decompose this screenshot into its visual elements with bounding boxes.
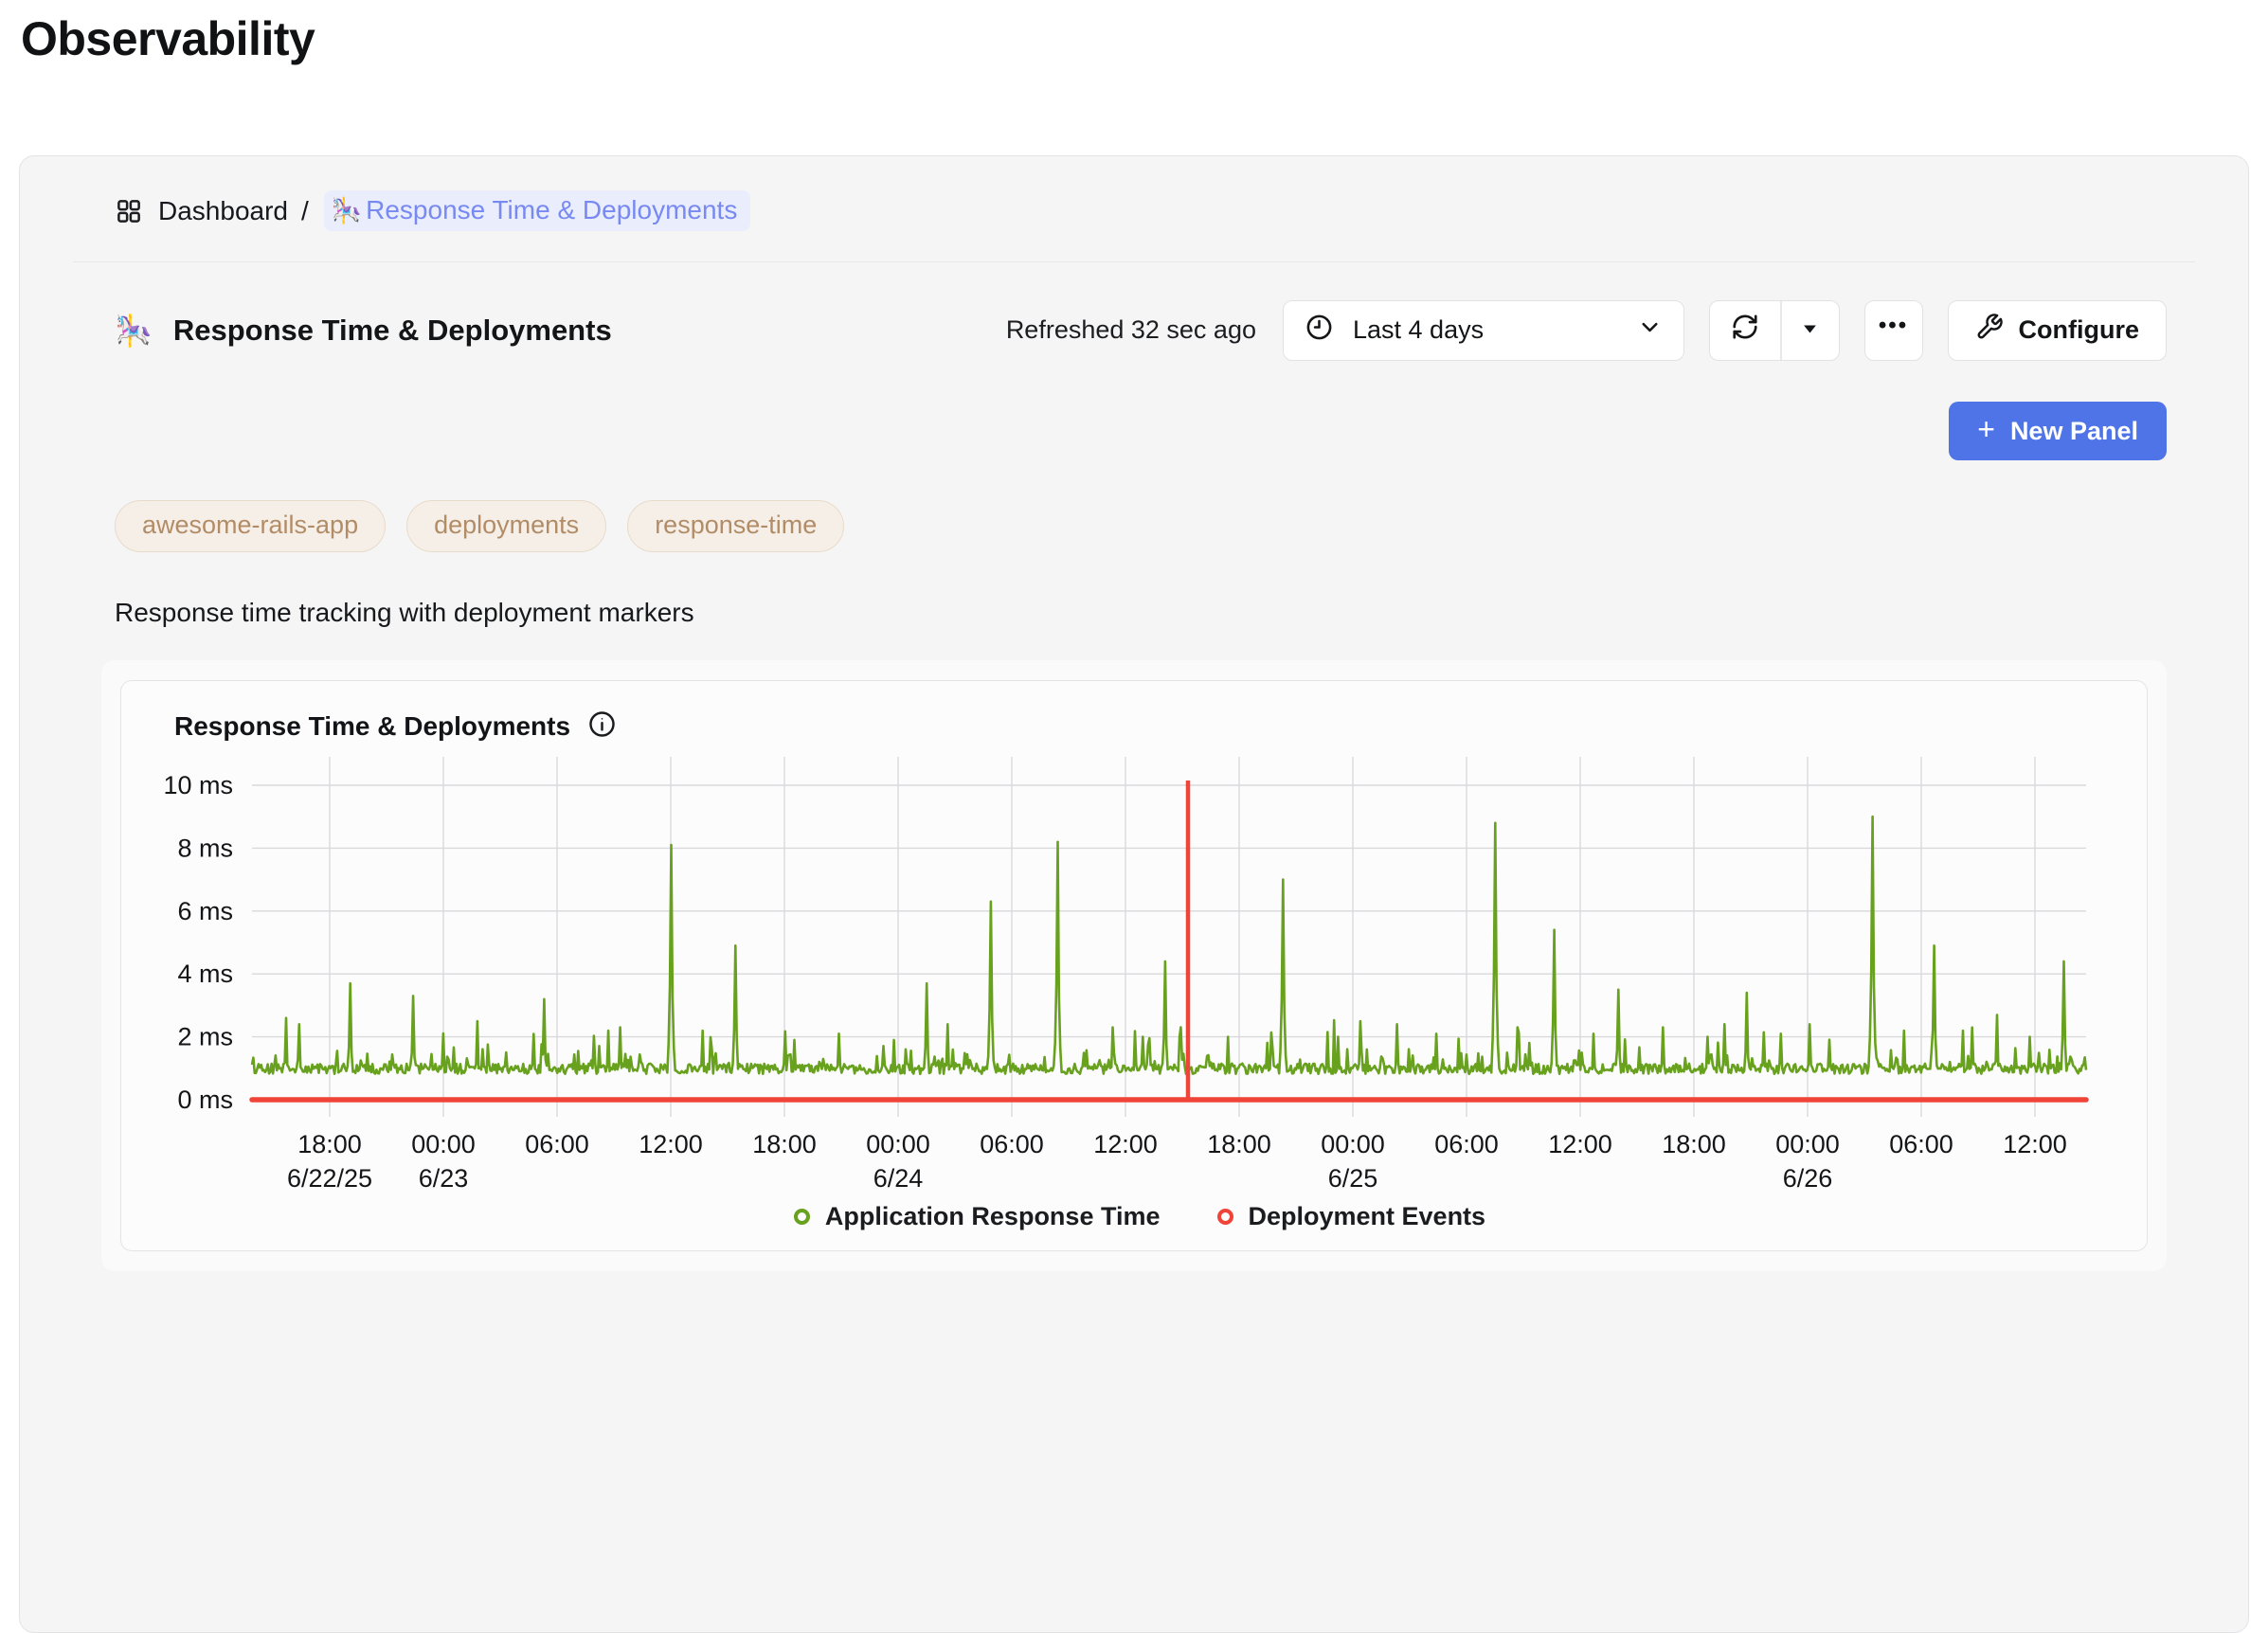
dashboard-description: Response time tracking with deployment m… bbox=[115, 598, 2167, 628]
legend-label: Application Response Time bbox=[825, 1202, 1161, 1231]
header-divider bbox=[73, 261, 2195, 262]
clock-icon bbox=[1305, 313, 1334, 349]
x-tick-label: 12:00 bbox=[2003, 1130, 2067, 1158]
chart-panel-title: Response Time & Deployments bbox=[174, 711, 570, 742]
page-title: Observability bbox=[21, 11, 2268, 66]
carousel-horse-icon: 🎠 bbox=[115, 313, 153, 349]
x-tick-date-label: 6/25 bbox=[1328, 1164, 1378, 1193]
x-tick-label: 06:00 bbox=[980, 1130, 1044, 1158]
time-range-value: Last 4 days bbox=[1353, 315, 1484, 345]
y-tick-label: 4 ms bbox=[177, 960, 233, 989]
time-range-select[interactable]: Last 4 days bbox=[1283, 300, 1684, 361]
x-tick-label: 18:00 bbox=[297, 1130, 362, 1158]
tags-row: awesome-rails-app deployments response-tim… bbox=[101, 500, 2167, 552]
x-tick-label: 06:00 bbox=[1889, 1130, 1953, 1158]
response-time-chart[interactable]: 18:00 6/22/25 00:00 6/23 06:00 12:00 18:00 00:0… bbox=[153, 751, 2128, 1200]
x-tick-date-label: 6/22/25 bbox=[287, 1164, 372, 1193]
legend-label: Deployment Events bbox=[1249, 1202, 1486, 1231]
legend-ring-icon bbox=[1217, 1209, 1233, 1225]
tag-pill[interactable]: response-time bbox=[627, 500, 844, 552]
x-tick-date-label: 6/24 bbox=[873, 1164, 924, 1193]
more-options-button[interactable]: ••• bbox=[1864, 300, 1923, 361]
caret-down-icon bbox=[1801, 315, 1819, 345]
new-panel-button[interactable]: + New Panel bbox=[1949, 402, 2167, 460]
new-panel-label: New Panel bbox=[2010, 417, 2138, 446]
x-tick-label: 12:00 bbox=[1093, 1130, 1158, 1158]
y-tick-label: 8 ms bbox=[177, 834, 233, 863]
dashboard-card: Dashboard / 🎠 Response Time & Deployment… bbox=[19, 155, 2249, 1633]
legend-item[interactable]: Deployment Events bbox=[1217, 1202, 1486, 1231]
dashboard-header: 🎠 Response Time & Deployments Refreshed … bbox=[101, 289, 2167, 371]
refresh-icon bbox=[1731, 313, 1759, 348]
x-tick-label: 12:00 bbox=[639, 1130, 703, 1158]
x-tick-label: 06:00 bbox=[1434, 1130, 1499, 1158]
tag-pill[interactable]: deployments bbox=[406, 500, 606, 552]
x-tick-label: 00:00 bbox=[411, 1130, 476, 1158]
x-tick-label: 12:00 bbox=[1548, 1130, 1612, 1158]
breadcrumb-dashboard[interactable]: Dashboard bbox=[158, 196, 288, 226]
dashboard-title: Response Time & Deployments bbox=[173, 314, 612, 348]
breadcrumb-current-chip[interactable]: 🎠 Response Time & Deployments bbox=[324, 190, 751, 231]
breadcrumb-separator: / bbox=[301, 196, 309, 226]
x-tick-date-label: 6/23 bbox=[419, 1164, 469, 1193]
chevron-down-icon bbox=[1637, 314, 1663, 347]
breadcrumb: Dashboard / 🎠 Response Time & Deployment… bbox=[101, 190, 2167, 231]
tag-pill[interactable]: awesome-rails-app bbox=[115, 500, 386, 552]
y-tick-label: 6 ms bbox=[177, 897, 233, 925]
dashboard-grid-icon bbox=[115, 197, 143, 225]
chart-legend: Application Response Time Deployment Even… bbox=[153, 1202, 2126, 1231]
x-tick-label: 18:00 bbox=[1662, 1130, 1726, 1158]
response-time-line bbox=[252, 817, 2086, 1075]
x-tick-label: 18:00 bbox=[752, 1130, 817, 1158]
ellipsis-icon: ••• bbox=[1879, 313, 1908, 339]
chart-panel[interactable]: Response Time & Deployments 18:00 6/22/25… bbox=[120, 680, 2148, 1251]
x-tick-date-label: 6/26 bbox=[1783, 1164, 1833, 1193]
wrench-icon bbox=[1975, 313, 2004, 348]
configure-label: Configure bbox=[2019, 315, 2140, 345]
info-icon[interactable] bbox=[587, 709, 617, 744]
x-tick-label: 00:00 bbox=[1775, 1130, 1840, 1158]
x-tick-label: 00:00 bbox=[1321, 1130, 1385, 1158]
panel-grid: Response Time & Deployments 18:00 6/22/25… bbox=[101, 660, 2167, 1271]
refresh-options-button[interactable] bbox=[1782, 301, 1839, 360]
x-tick-label: 18:00 bbox=[1207, 1130, 1271, 1158]
refreshed-status: Refreshed 32 sec ago bbox=[1006, 315, 1256, 345]
configure-button[interactable]: Configure bbox=[1948, 300, 2168, 361]
x-tick-label: 00:00 bbox=[866, 1130, 930, 1158]
y-tick-label: 2 ms bbox=[177, 1023, 233, 1051]
carousel-horse-icon: 🎠 bbox=[332, 196, 362, 225]
x-tick-label: 06:00 bbox=[525, 1130, 589, 1158]
plus-icon: + bbox=[1977, 412, 1995, 447]
legend-ring-icon bbox=[794, 1209, 810, 1225]
y-tick-label: 10 ms bbox=[163, 771, 233, 799]
breadcrumb-current-label: Response Time & Deployments bbox=[366, 195, 737, 225]
y-tick-label: 0 ms bbox=[177, 1086, 233, 1114]
refresh-button[interactable] bbox=[1710, 301, 1780, 360]
refresh-button-group bbox=[1709, 300, 1840, 361]
legend-item[interactable]: Application Response Time bbox=[794, 1202, 1161, 1231]
